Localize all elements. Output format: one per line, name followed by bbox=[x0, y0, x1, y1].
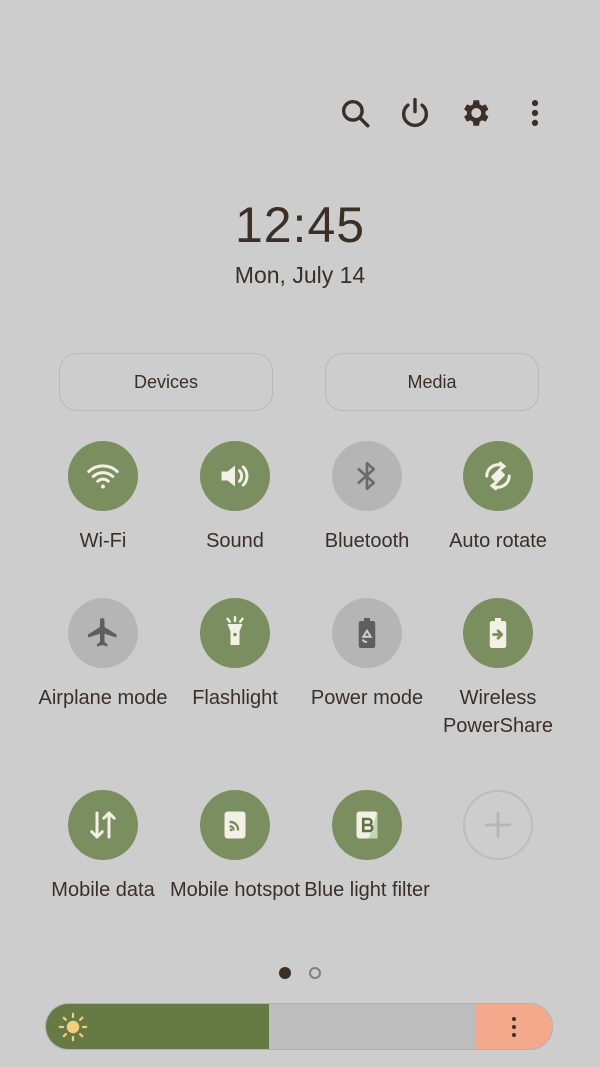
tile-label: Power mode bbox=[310, 687, 424, 709]
flashlight-icon[interactable] bbox=[200, 598, 270, 668]
tile-mobile-hotspot[interactable]: Mobile hotspot bbox=[169, 790, 301, 904]
airplane-icon[interactable] bbox=[68, 598, 138, 668]
page-dot-2[interactable] bbox=[309, 967, 321, 979]
power-mode-battery-icon[interactable] bbox=[332, 598, 402, 668]
more-vertical-icon bbox=[512, 1016, 516, 1037]
page-dot-1[interactable] bbox=[279, 967, 291, 979]
bluetooth-icon[interactable] bbox=[332, 441, 402, 511]
brightness-slider[interactable] bbox=[45, 1003, 553, 1050]
tile-flashlight[interactable]: Flashlight bbox=[169, 598, 301, 712]
more-vertical-icon[interactable] bbox=[510, 88, 560, 138]
media-button[interactable]: Media bbox=[325, 353, 539, 411]
tile-label: Mobile hotspot bbox=[169, 879, 301, 901]
tile-wifi[interactable]: Wi-Fi bbox=[37, 441, 169, 555]
wifi-icon[interactable] bbox=[68, 441, 138, 511]
search-icon[interactable] bbox=[330, 88, 380, 138]
sun-icon bbox=[58, 1012, 88, 1042]
tile-add[interactable] bbox=[432, 790, 564, 876]
wireless-powershare-icon[interactable] bbox=[463, 598, 533, 668]
speaker-icon[interactable] bbox=[200, 441, 270, 511]
tile-label: Auto rotate bbox=[449, 530, 547, 552]
clock-date[interactable]: Mon, July 14 bbox=[0, 262, 600, 289]
tile-label: Mobile data bbox=[51, 879, 155, 901]
tile-airplane-mode[interactable]: Airplane mode bbox=[37, 598, 169, 712]
tile-label: Flashlight bbox=[192, 687, 278, 709]
tile-wireless-powershare[interactable]: Wireless PowerShare bbox=[432, 598, 564, 740]
tile-label: Airplane mode bbox=[38, 687, 168, 709]
tile-blue-light-filter[interactable]: Blue light filter bbox=[301, 790, 433, 904]
tile-bluetooth[interactable]: Bluetooth bbox=[301, 441, 433, 555]
power-icon[interactable] bbox=[390, 88, 440, 138]
tile-label: Bluetooth bbox=[324, 530, 410, 552]
tile-mobile-data[interactable]: Mobile data bbox=[37, 790, 169, 904]
add-plus-icon[interactable] bbox=[463, 790, 533, 860]
devices-button[interactable]: Devices bbox=[59, 353, 273, 411]
page-indicator bbox=[0, 967, 600, 979]
top-action-bar bbox=[330, 88, 570, 138]
tile-power-mode[interactable]: Power mode bbox=[301, 598, 433, 712]
hotspot-icon[interactable] bbox=[200, 790, 270, 860]
mobile-data-arrows-icon[interactable] bbox=[68, 790, 138, 860]
tile-auto-rotate[interactable]: Auto rotate bbox=[432, 441, 564, 555]
brightness-more-button[interactable] bbox=[476, 1004, 552, 1049]
auto-rotate-icon[interactable] bbox=[463, 441, 533, 511]
tile-label: Wi-Fi bbox=[79, 530, 127, 552]
tile-label: Blue light filter bbox=[304, 879, 430, 901]
clock-time[interactable]: 12:45 bbox=[0, 196, 600, 254]
tile-sound[interactable]: Sound bbox=[169, 441, 301, 555]
blue-light-filter-icon[interactable] bbox=[332, 790, 402, 860]
tile-label: Wireless PowerShare bbox=[442, 687, 554, 737]
tile-label: Sound bbox=[206, 530, 264, 552]
gear-icon[interactable] bbox=[450, 88, 500, 138]
